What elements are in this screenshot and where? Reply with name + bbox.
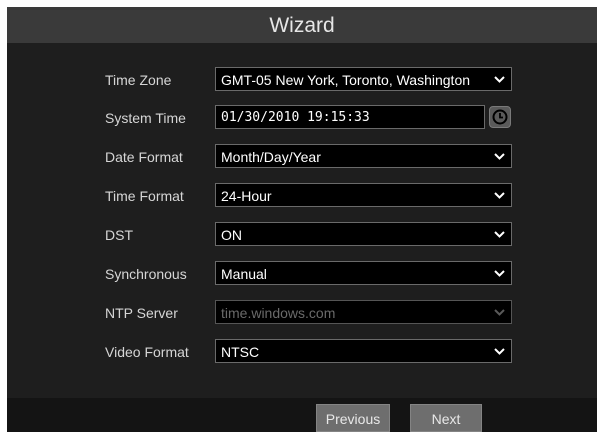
video-format-row: Video Format NTSC [7, 339, 597, 365]
time-zone-value: GMT-05 New York, Toronto, Washington [221, 72, 471, 88]
dst-value: ON [221, 227, 242, 243]
next-button[interactable]: Next [410, 404, 482, 432]
previous-button[interactable]: Previous [316, 404, 390, 432]
system-time-row: System Time 01/30/2010 19:15:33 [7, 105, 597, 131]
ntp-server-label: NTP Server [105, 305, 178, 321]
synchronous-label: Synchronous [105, 266, 187, 282]
chevron-down-icon [494, 153, 505, 160]
ntp-server-row: NTP Server time.windows.com [7, 300, 597, 326]
date-format-value: Month/Day/Year [221, 149, 321, 165]
system-time-value: 01/30/2010 19:15:33 [221, 110, 370, 125]
chevron-down-icon [494, 270, 505, 277]
time-format-select[interactable]: 24-Hour [215, 183, 512, 207]
video-format-value: NTSC [221, 344, 260, 360]
dst-select[interactable]: ON [215, 222, 512, 246]
time-zone-row: Time Zone GMT-05 New York, Toronto, Wash… [7, 67, 597, 93]
synchronous-select[interactable]: Manual [215, 261, 512, 285]
date-format-label: Date Format [105, 149, 183, 165]
ntp-server-select: time.windows.com [215, 300, 512, 324]
ntp-server-value: time.windows.com [221, 305, 336, 321]
wizard-window: Wizard Time Zone GMT-05 New York, Toront… [7, 7, 597, 432]
date-format-select[interactable]: Month/Day/Year [215, 144, 512, 168]
synchronous-value: Manual [221, 266, 267, 282]
window-title: Wizard [7, 7, 597, 43]
synchronous-row: Synchronous Manual [7, 261, 597, 287]
system-time-input[interactable]: 01/30/2010 19:15:33 [215, 105, 485, 129]
clock-icon [492, 109, 508, 125]
time-format-value: 24-Hour [221, 188, 272, 204]
chevron-down-icon [494, 192, 505, 199]
time-format-label: Time Format [105, 188, 184, 204]
dst-label: DST [105, 227, 133, 243]
dst-row: DST ON [7, 222, 597, 248]
date-format-row: Date Format Month/Day/Year [7, 144, 597, 170]
chevron-down-icon [494, 309, 505, 316]
chevron-down-icon [494, 231, 505, 238]
chevron-down-icon [494, 76, 505, 83]
clock-button[interactable] [489, 106, 511, 128]
time-format-row: Time Format 24-Hour [7, 183, 597, 209]
chevron-down-icon [494, 348, 505, 355]
video-format-label: Video Format [105, 344, 189, 360]
wizard-footer: Previous Next [7, 398, 597, 432]
time-zone-select[interactable]: GMT-05 New York, Toronto, Washington [215, 67, 512, 91]
video-format-select[interactable]: NTSC [215, 339, 512, 363]
wizard-content: Time Zone GMT-05 New York, Toronto, Wash… [7, 43, 597, 398]
time-zone-label: Time Zone [105, 72, 172, 88]
system-time-label: System Time [105, 110, 186, 126]
